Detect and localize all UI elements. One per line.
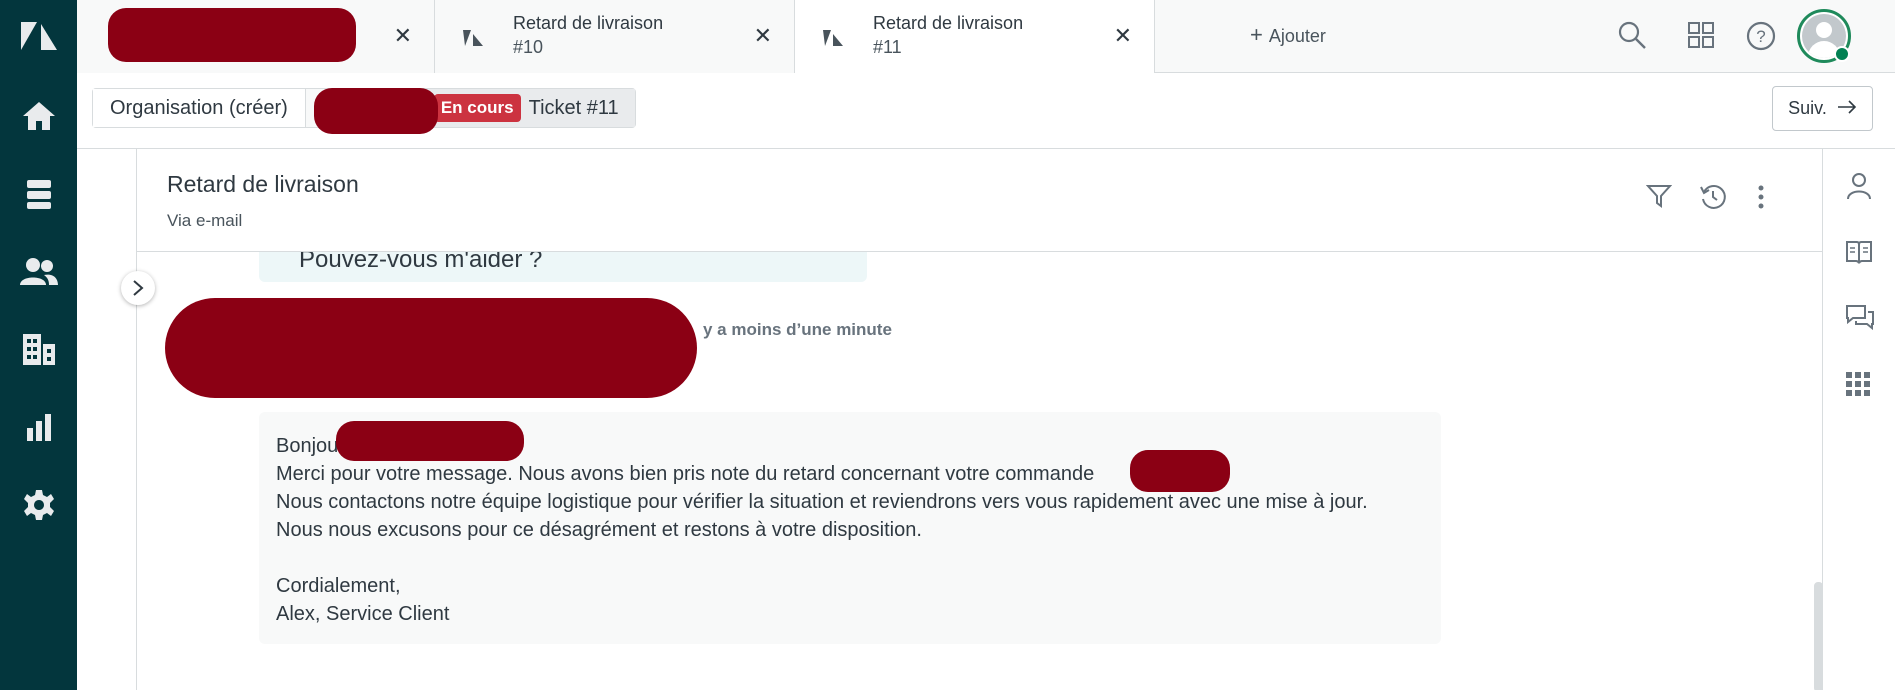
scrollbar[interactable]	[1814, 582, 1822, 690]
search-icon[interactable]	[1617, 20, 1647, 55]
history-icon[interactable]	[1699, 183, 1727, 216]
products-grid-icon[interactable]	[1686, 20, 1716, 55]
reporting-icon[interactable]	[0, 399, 77, 455]
tab-subtitle: #10	[513, 37, 544, 57]
tab-ticket-11[interactable]: Retard de livraison #11 ✕	[795, 0, 1155, 74]
breadcrumb-ticket-label: Ticket #11	[528, 96, 619, 119]
conversations-icon[interactable]	[1845, 303, 1875, 336]
reply-line: Merci pour votre message. Nous avons bie…	[276, 463, 1095, 485]
tab-subtitle: #11	[873, 37, 902, 57]
ticket-header: Retard de livraison Via e-mail	[137, 149, 1822, 252]
reply-line: Alex, Service Client	[276, 603, 450, 625]
redaction-mark	[336, 421, 524, 461]
add-tab-button[interactable]: + Ajouter	[1250, 22, 1326, 48]
reply-timestamp: y a moins d’une minute	[703, 320, 892, 339]
ticket-panel: Retard de livraison Via e-mail Pouvez-vo…	[136, 149, 1823, 690]
next-button[interactable]: Suiv.	[1772, 86, 1873, 131]
organizations-icon[interactable]	[0, 321, 77, 377]
admin-gear-icon[interactable]	[0, 477, 77, 533]
reply-line: Cordialement,	[276, 575, 401, 597]
breadcrumb-ticket[interactable]: En cours Ticket #11	[425, 89, 635, 127]
close-icon[interactable]: ✕	[754, 24, 772, 48]
plus-icon: +	[1250, 22, 1263, 47]
help-icon[interactable]: ?	[1745, 20, 1777, 57]
left-nav	[0, 0, 77, 690]
tab-ticket-10[interactable]: Retard de livraison #10 ✕	[435, 0, 795, 73]
redaction-mark	[1130, 450, 1230, 492]
customers-icon[interactable]	[0, 244, 77, 300]
apps-grid-icon[interactable]	[1845, 371, 1871, 402]
home-icon[interactable]	[0, 88, 77, 144]
ticket-icon	[821, 28, 845, 53]
redaction-mark	[314, 88, 438, 134]
ticket-icon	[461, 28, 485, 53]
ticket-channel: Via e-mail	[167, 211, 243, 230]
filter-icon[interactable]	[1645, 183, 1673, 214]
redaction-mark	[165, 298, 697, 398]
previous-message: Pouvez-vous m'aider ?	[259, 252, 867, 282]
redaction-mark	[108, 8, 356, 62]
previous-message-text: Pouvez-vous m'aider ?	[299, 252, 543, 273]
views-icon[interactable]	[0, 166, 77, 222]
presence-online-indicator	[1834, 46, 1850, 62]
expand-context-button[interactable]	[121, 271, 155, 305]
tab-title: Retard de livraison	[873, 13, 1024, 33]
context-rail	[1823, 149, 1895, 690]
reply-line: Nous contactons notre équipe logistique …	[276, 491, 1368, 513]
zendesk-logo-icon[interactable]	[0, 8, 77, 64]
close-icon[interactable]: ✕	[1114, 24, 1132, 48]
reply-line: Nous nous excusons pour ce désagrément e…	[276, 519, 922, 541]
svg-text:?: ?	[1756, 27, 1765, 46]
close-icon[interactable]: ✕	[394, 24, 412, 48]
arrow-right-icon	[1837, 98, 1857, 119]
more-options-icon[interactable]	[1755, 183, 1767, 216]
status-badge: En cours	[433, 94, 521, 122]
knowledge-book-icon[interactable]	[1845, 239, 1873, 270]
reply-line	[276, 544, 1424, 572]
next-button-label: Suiv.	[1788, 98, 1827, 118]
add-tab-label: Ajouter	[1268, 26, 1326, 46]
user-icon[interactable]	[1845, 171, 1873, 206]
breadcrumb-organization[interactable]: Organisation (créer)	[93, 89, 306, 127]
ticket-title: Retard de livraison	[167, 171, 359, 197]
tab-title: Retard de livraison	[513, 13, 664, 33]
